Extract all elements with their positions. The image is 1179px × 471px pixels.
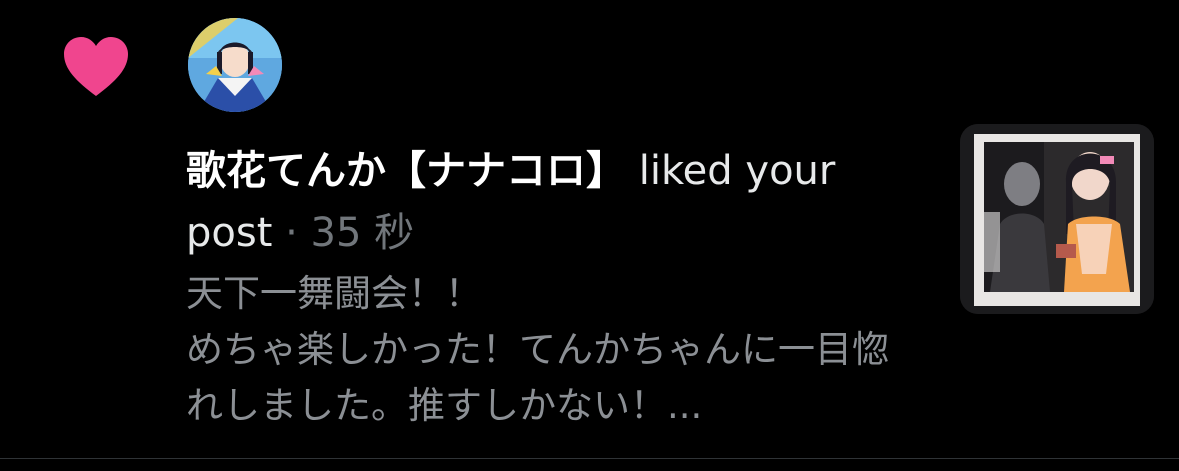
separator-dot: · <box>272 210 311 256</box>
notification-text: 歌花てんか【ナナコロ】 liked your post · 35 秒 天下一舞闘… <box>186 140 889 434</box>
post-thumbnail[interactable] <box>960 124 1154 314</box>
user-name-link[interactable]: 歌花てんか【ナナコロ】 <box>186 148 626 194</box>
notification-headline: 歌花てんか【ナナコロ】 liked your post · 35 秒 <box>186 140 886 264</box>
user-avatar[interactable] <box>188 18 282 112</box>
list-divider <box>0 458 1179 459</box>
timestamp: 35 秒 <box>310 210 415 256</box>
notification-item[interactable]: 歌花てんか【ナナコロ】 liked your post · 35 秒 天下一舞闘… <box>0 0 1179 458</box>
avatar-image <box>188 18 282 112</box>
post-photo-thumbnail-icon <box>960 124 1154 314</box>
heart-icon <box>64 37 128 96</box>
post-excerpt: 天下一舞闘会！！ めちゃ楽しかった！てんかちゃんに一目惚れしました。推すしかない… <box>186 272 889 427</box>
